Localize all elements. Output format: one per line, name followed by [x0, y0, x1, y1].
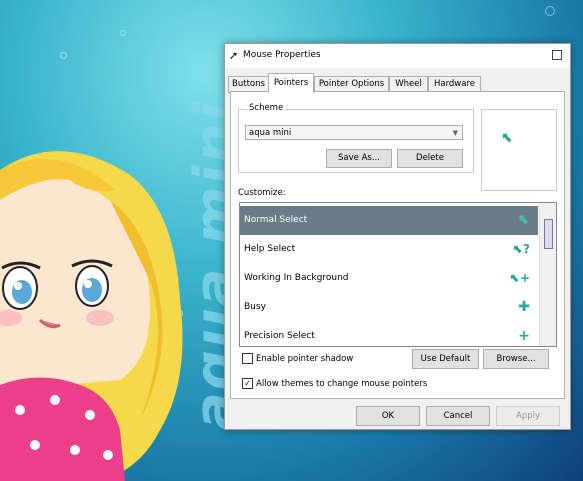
enable-shadow-checkbox[interactable] — [242, 353, 253, 364]
crosshair-cursor-icon: + — [518, 328, 530, 344]
enable-shadow-label: Enable pointer shadow — [256, 354, 354, 364]
scheme-dropdown[interactable]: aqua mini ▼ — [245, 125, 463, 140]
character-illustration — [0, 151, 183, 481]
scheme-legend: Scheme — [247, 103, 286, 113]
allow-themes-checkbox[interactable]: ✓ — [242, 378, 253, 389]
arrow-cursor-icon: ⬉ — [518, 212, 530, 228]
close-button[interactable] — [552, 50, 562, 60]
list-item-label: Precision Select — [244, 331, 315, 341]
use-default-button[interactable]: Use Default — [412, 349, 479, 369]
allow-themes-label: Allow themes to change mouse pointers — [256, 379, 428, 389]
list-item-label: Normal Select — [244, 215, 308, 225]
arrow-cursor-preview-icon: ⬉ — [501, 130, 513, 146]
apply-button[interactable]: Apply — [496, 406, 560, 426]
list-item[interactable]: Working In Background ⬉+ — [240, 264, 538, 293]
scrollbar-thumb[interactable] — [544, 219, 553, 249]
save-as-button[interactable]: Save As... — [326, 149, 392, 168]
delete-button[interactable]: Delete — [397, 149, 463, 168]
list-scrollbar[interactable] — [539, 203, 556, 346]
browse-button[interactable]: Browse... — [483, 349, 549, 369]
wallpaper-bubble — [545, 6, 555, 16]
pointer-preview: ⬉ — [481, 109, 557, 191]
ok-button[interactable]: OK — [356, 406, 420, 426]
list-item[interactable]: Precision Select + — [240, 322, 538, 346]
busy-cursor-icon: ✚ — [518, 299, 530, 315]
mouse-properties-dialog: ➚ Mouse Properties Buttons Pointers Poin… — [224, 43, 571, 430]
customize-label: Customize: — [238, 188, 286, 198]
cancel-button[interactable]: Cancel — [426, 406, 490, 426]
pointers-panel: Scheme aqua mini ▼ Save As... Delete ⬉ C… — [230, 91, 565, 399]
mouse-pointer-icon: ➚ — [229, 49, 239, 62]
scheme-selected-value: aqua mini — [249, 128, 292, 138]
working-cursor-icon: ⬉+ — [509, 271, 530, 285]
list-item-label: Help Select — [244, 244, 296, 254]
tab-pointers[interactable]: Pointers — [268, 73, 314, 93]
help-cursor-icon: ⬉? — [512, 242, 530, 256]
list-item[interactable]: Normal Select ⬉ — [240, 206, 538, 235]
window-title: Mouse Properties — [243, 50, 321, 60]
cursor-list[interactable]: Normal Select ⬉ Help Select ⬉? Working I… — [239, 202, 557, 347]
chevron-down-icon: ▼ — [452, 129, 458, 137]
list-item-label: Working In Background — [244, 273, 349, 283]
list-item[interactable]: Help Select ⬉? — [240, 235, 538, 264]
list-item-label: Busy — [244, 302, 266, 312]
list-item[interactable]: Busy ✚ — [240, 293, 538, 322]
title-bar[interactable]: ➚ Mouse Properties — [225, 44, 570, 68]
